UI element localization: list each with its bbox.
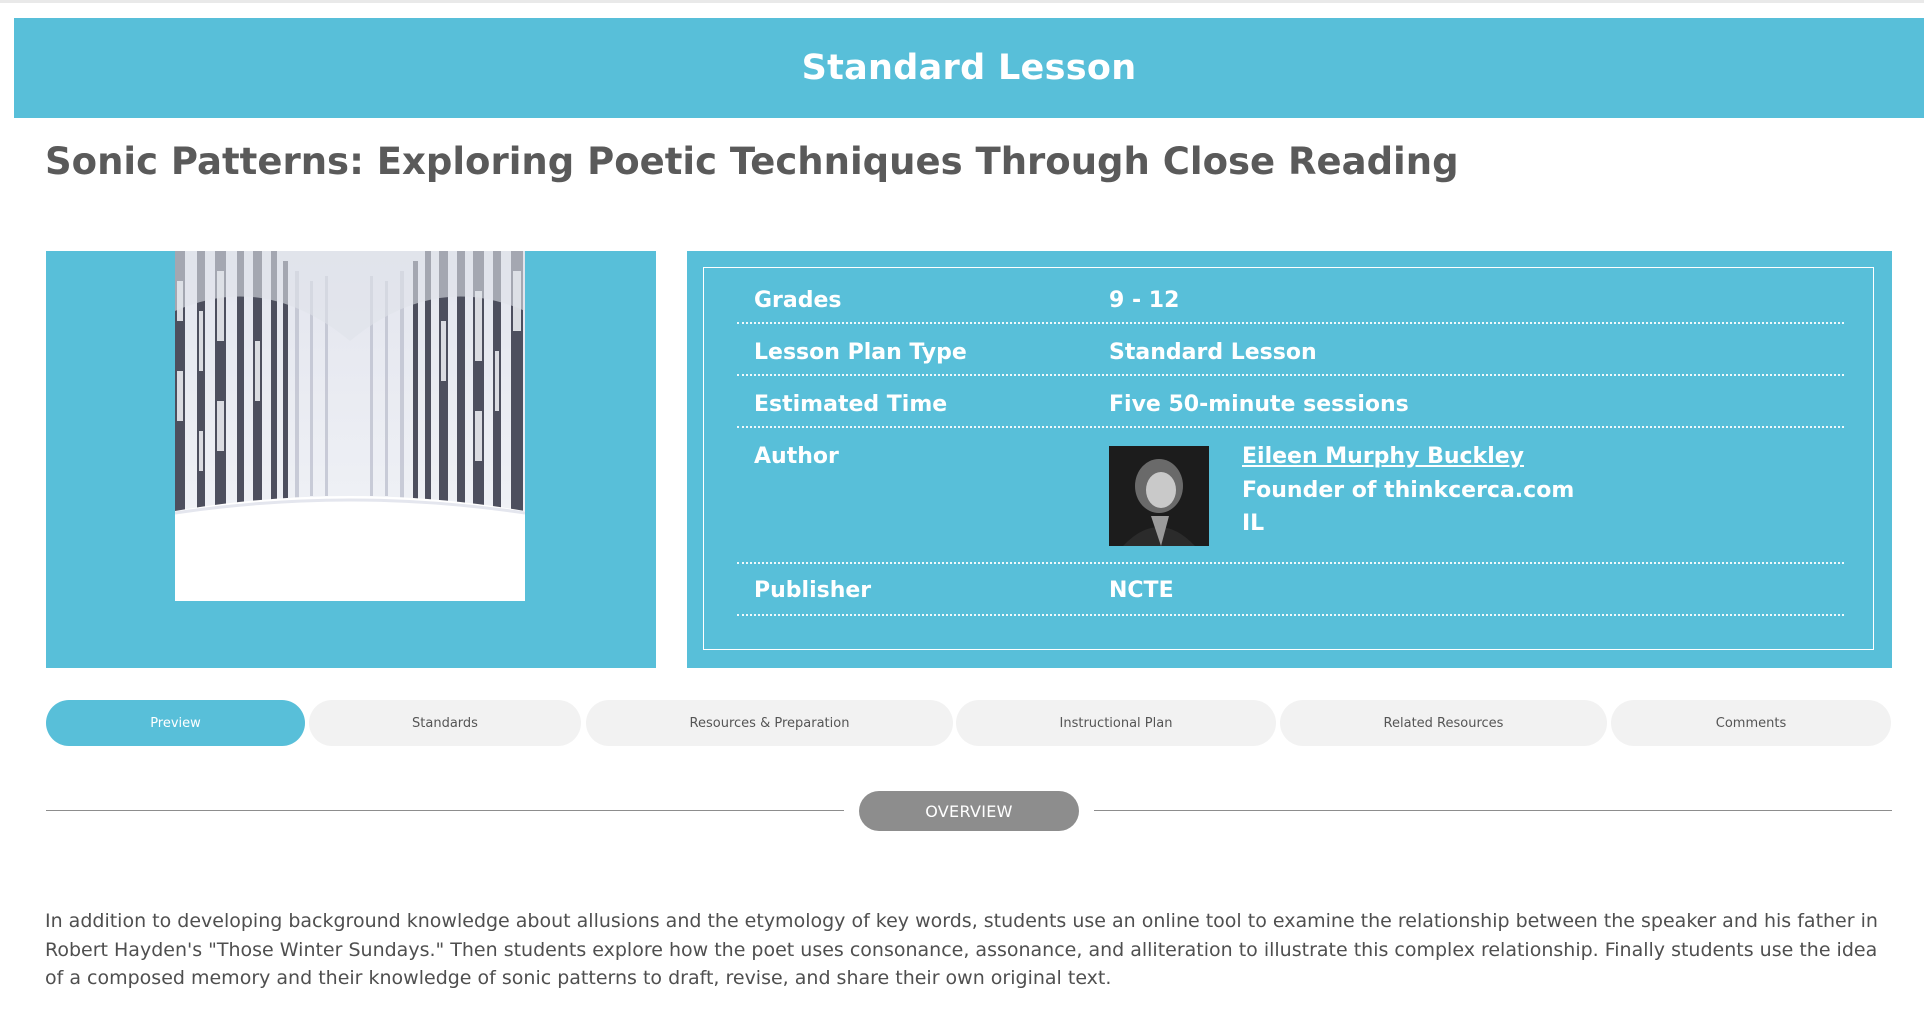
- author-state: IL: [1242, 511, 1265, 536]
- tab-resources-preparation[interactable]: Resources & Preparation: [586, 700, 953, 746]
- grades-label: Grades: [754, 288, 842, 313]
- tab-resources-preparation-label: Resources & Preparation: [689, 715, 850, 731]
- info-row-grades: Grades 9 - 12: [737, 278, 1844, 324]
- tab-standards-label: Standards: [412, 715, 478, 731]
- tab-instructional-plan-label: Instructional Plan: [1059, 715, 1173, 731]
- tab-instructional-plan[interactable]: Instructional Plan: [956, 700, 1276, 746]
- overview-heading-label: OVERVIEW: [925, 801, 1013, 821]
- overview-divider-right: [1094, 810, 1892, 811]
- top-border: [0, 0, 1924, 3]
- tab-related-resources[interactable]: Related Resources: [1280, 700, 1607, 746]
- info-row-publisher: Publisher NCTE: [737, 564, 1844, 616]
- tab-standards[interactable]: Standards: [309, 700, 581, 746]
- info-row-author: Author Eileen Murphy Buckley Founder of …: [737, 434, 1844, 564]
- lesson-image-snowy-birch-forest: [175, 251, 525, 601]
- author-photo: [1109, 446, 1209, 546]
- grades-value: 9 - 12: [1109, 288, 1180, 313]
- lesson-image-panel: [46, 251, 656, 668]
- lesson-type-banner: Standard Lesson: [14, 18, 1924, 118]
- tab-preview-label: Preview: [150, 715, 201, 731]
- tab-comments-label: Comments: [1715, 715, 1787, 731]
- lesson-plan-type-label: Lesson Plan Type: [754, 340, 967, 365]
- overview-divider-left: [46, 810, 844, 811]
- tab-preview[interactable]: Preview: [46, 700, 305, 746]
- tab-related-resources-label: Related Resources: [1383, 715, 1504, 731]
- estimated-time-label: Estimated Time: [754, 392, 948, 417]
- overview-text: In addition to developing background kno…: [45, 910, 1878, 989]
- banner-title: Standard Lesson: [801, 48, 1137, 88]
- tab-comments[interactable]: Comments: [1611, 700, 1891, 746]
- publisher-label: Publisher: [754, 578, 872, 603]
- author-organization: Founder of thinkcerca.com: [1242, 478, 1575, 503]
- snowy-forest-illustration: [175, 251, 525, 601]
- estimated-time-value: Five 50-minute sessions: [1109, 392, 1409, 417]
- lesson-info-panel: Grades 9 - 12 Lesson Plan Type Standard …: [687, 251, 1892, 668]
- publisher-value: NCTE: [1109, 578, 1174, 603]
- lesson-info-frame: Grades 9 - 12 Lesson Plan Type Standard …: [703, 267, 1874, 650]
- author-label: Author: [754, 444, 839, 469]
- overview-heading: OVERVIEW: [859, 791, 1079, 831]
- author-portrait: [1109, 446, 1209, 546]
- info-row-estimated-time: Estimated Time Five 50-minute sessions: [737, 382, 1844, 428]
- info-row-lesson-plan-type: Lesson Plan Type Standard Lesson: [737, 330, 1844, 376]
- author-name-link[interactable]: Eileen Murphy Buckley: [1242, 444, 1524, 469]
- page-title: Sonic Patterns: Exploring Poetic Techniq…: [45, 140, 1459, 183]
- lesson-plan-type-value: Standard Lesson: [1109, 340, 1317, 365]
